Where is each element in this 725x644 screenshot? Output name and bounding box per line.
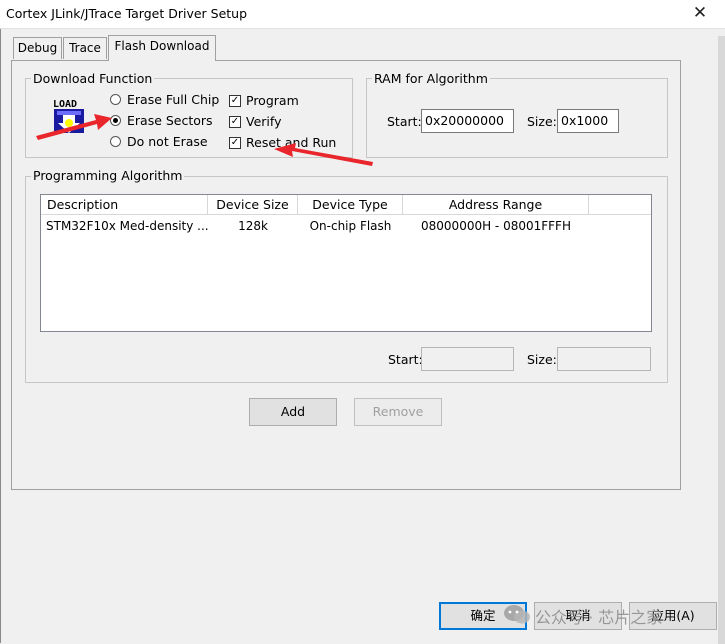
reset-and-run-label[interactable]: Reset and Run <box>246 135 336 150</box>
row-address-range: 08000000H - 08001FFFH <box>421 219 571 233</box>
program-checkbox[interactable]: ✓ <box>229 95 241 107</box>
row-description: STM32F10x Med-density ... <box>46 219 209 233</box>
flash-download-panel: Download Function LOAD Erase Full Chip E… <box>11 60 681 490</box>
tab-flash-download[interactable]: Flash Download <box>108 35 216 61</box>
table-row[interactable]: STM32F10x Med-density ... 128k On-chip F… <box>41 217 651 235</box>
ram-size-input[interactable]: 0x1000 <box>557 109 619 133</box>
load-icon: LOAD <box>53 99 84 133</box>
column-header-address-range[interactable]: Address Range <box>403 195 589 215</box>
column-header-description[interactable]: Description <box>41 195 208 215</box>
column-header-device-type[interactable]: Device Type <box>298 195 403 215</box>
reset-and-run-checkbox[interactable]: ✓ <box>229 137 241 149</box>
algo-start-label: Start: <box>388 352 423 367</box>
tab-debug[interactable]: Debug <box>13 37 62 59</box>
window-title: Cortex JLink/JTrace Target Driver Setup <box>6 6 248 21</box>
programming-algorithm-legend: Programming Algorithm <box>31 168 185 183</box>
verify-checkbox[interactable]: ✓ <box>229 116 241 128</box>
ram-size-label: Size: <box>527 114 557 129</box>
do-not-erase-label[interactable]: Do not Erase <box>127 134 208 149</box>
title-bar: Cortex JLink/JTrace Target Driver Setup … <box>0 0 725 29</box>
row-device-type: On-chip Flash <box>309 219 392 233</box>
program-label[interactable]: Program <box>246 93 299 108</box>
algo-size-input[interactable] <box>557 347 651 371</box>
column-header-device-size[interactable]: Device Size <box>208 195 298 215</box>
algo-start-input[interactable] <box>421 347 514 371</box>
verify-label[interactable]: Verify <box>246 114 281 129</box>
algorithm-list[interactable]: Description Device Size Device Type Addr… <box>40 194 652 332</box>
ram-start-label: Start: <box>387 114 422 129</box>
load-icon-text: LOAD <box>53 99 77 110</box>
watermark-text: 公众号 · 芯片之家 <box>535 608 663 627</box>
tab-trace[interactable]: Trace <box>63 37 107 59</box>
close-icon[interactable]: ✕ <box>680 1 720 27</box>
wechat-icon <box>502 603 532 625</box>
ram-for-algorithm-legend: RAM for Algorithm <box>372 71 490 86</box>
background-window-edge <box>718 36 725 644</box>
add-button[interactable]: Add <box>249 398 337 426</box>
ram-start-input[interactable]: 0x20000000 <box>421 109 514 133</box>
column-header-empty <box>589 195 651 215</box>
erase-sectors-radio[interactable] <box>110 115 121 126</box>
row-device-size: 128k <box>238 219 268 233</box>
do-not-erase-radio[interactable] <box>110 136 121 147</box>
erase-full-chip-label[interactable]: Erase Full Chip <box>127 92 219 107</box>
remove-button[interactable]: Remove <box>354 398 442 426</box>
download-function-legend: Download Function <box>31 71 155 86</box>
erase-sectors-label[interactable]: Erase Sectors <box>127 113 213 128</box>
algo-size-label: Size: <box>527 352 557 367</box>
erase-full-chip-radio[interactable] <box>110 94 121 105</box>
